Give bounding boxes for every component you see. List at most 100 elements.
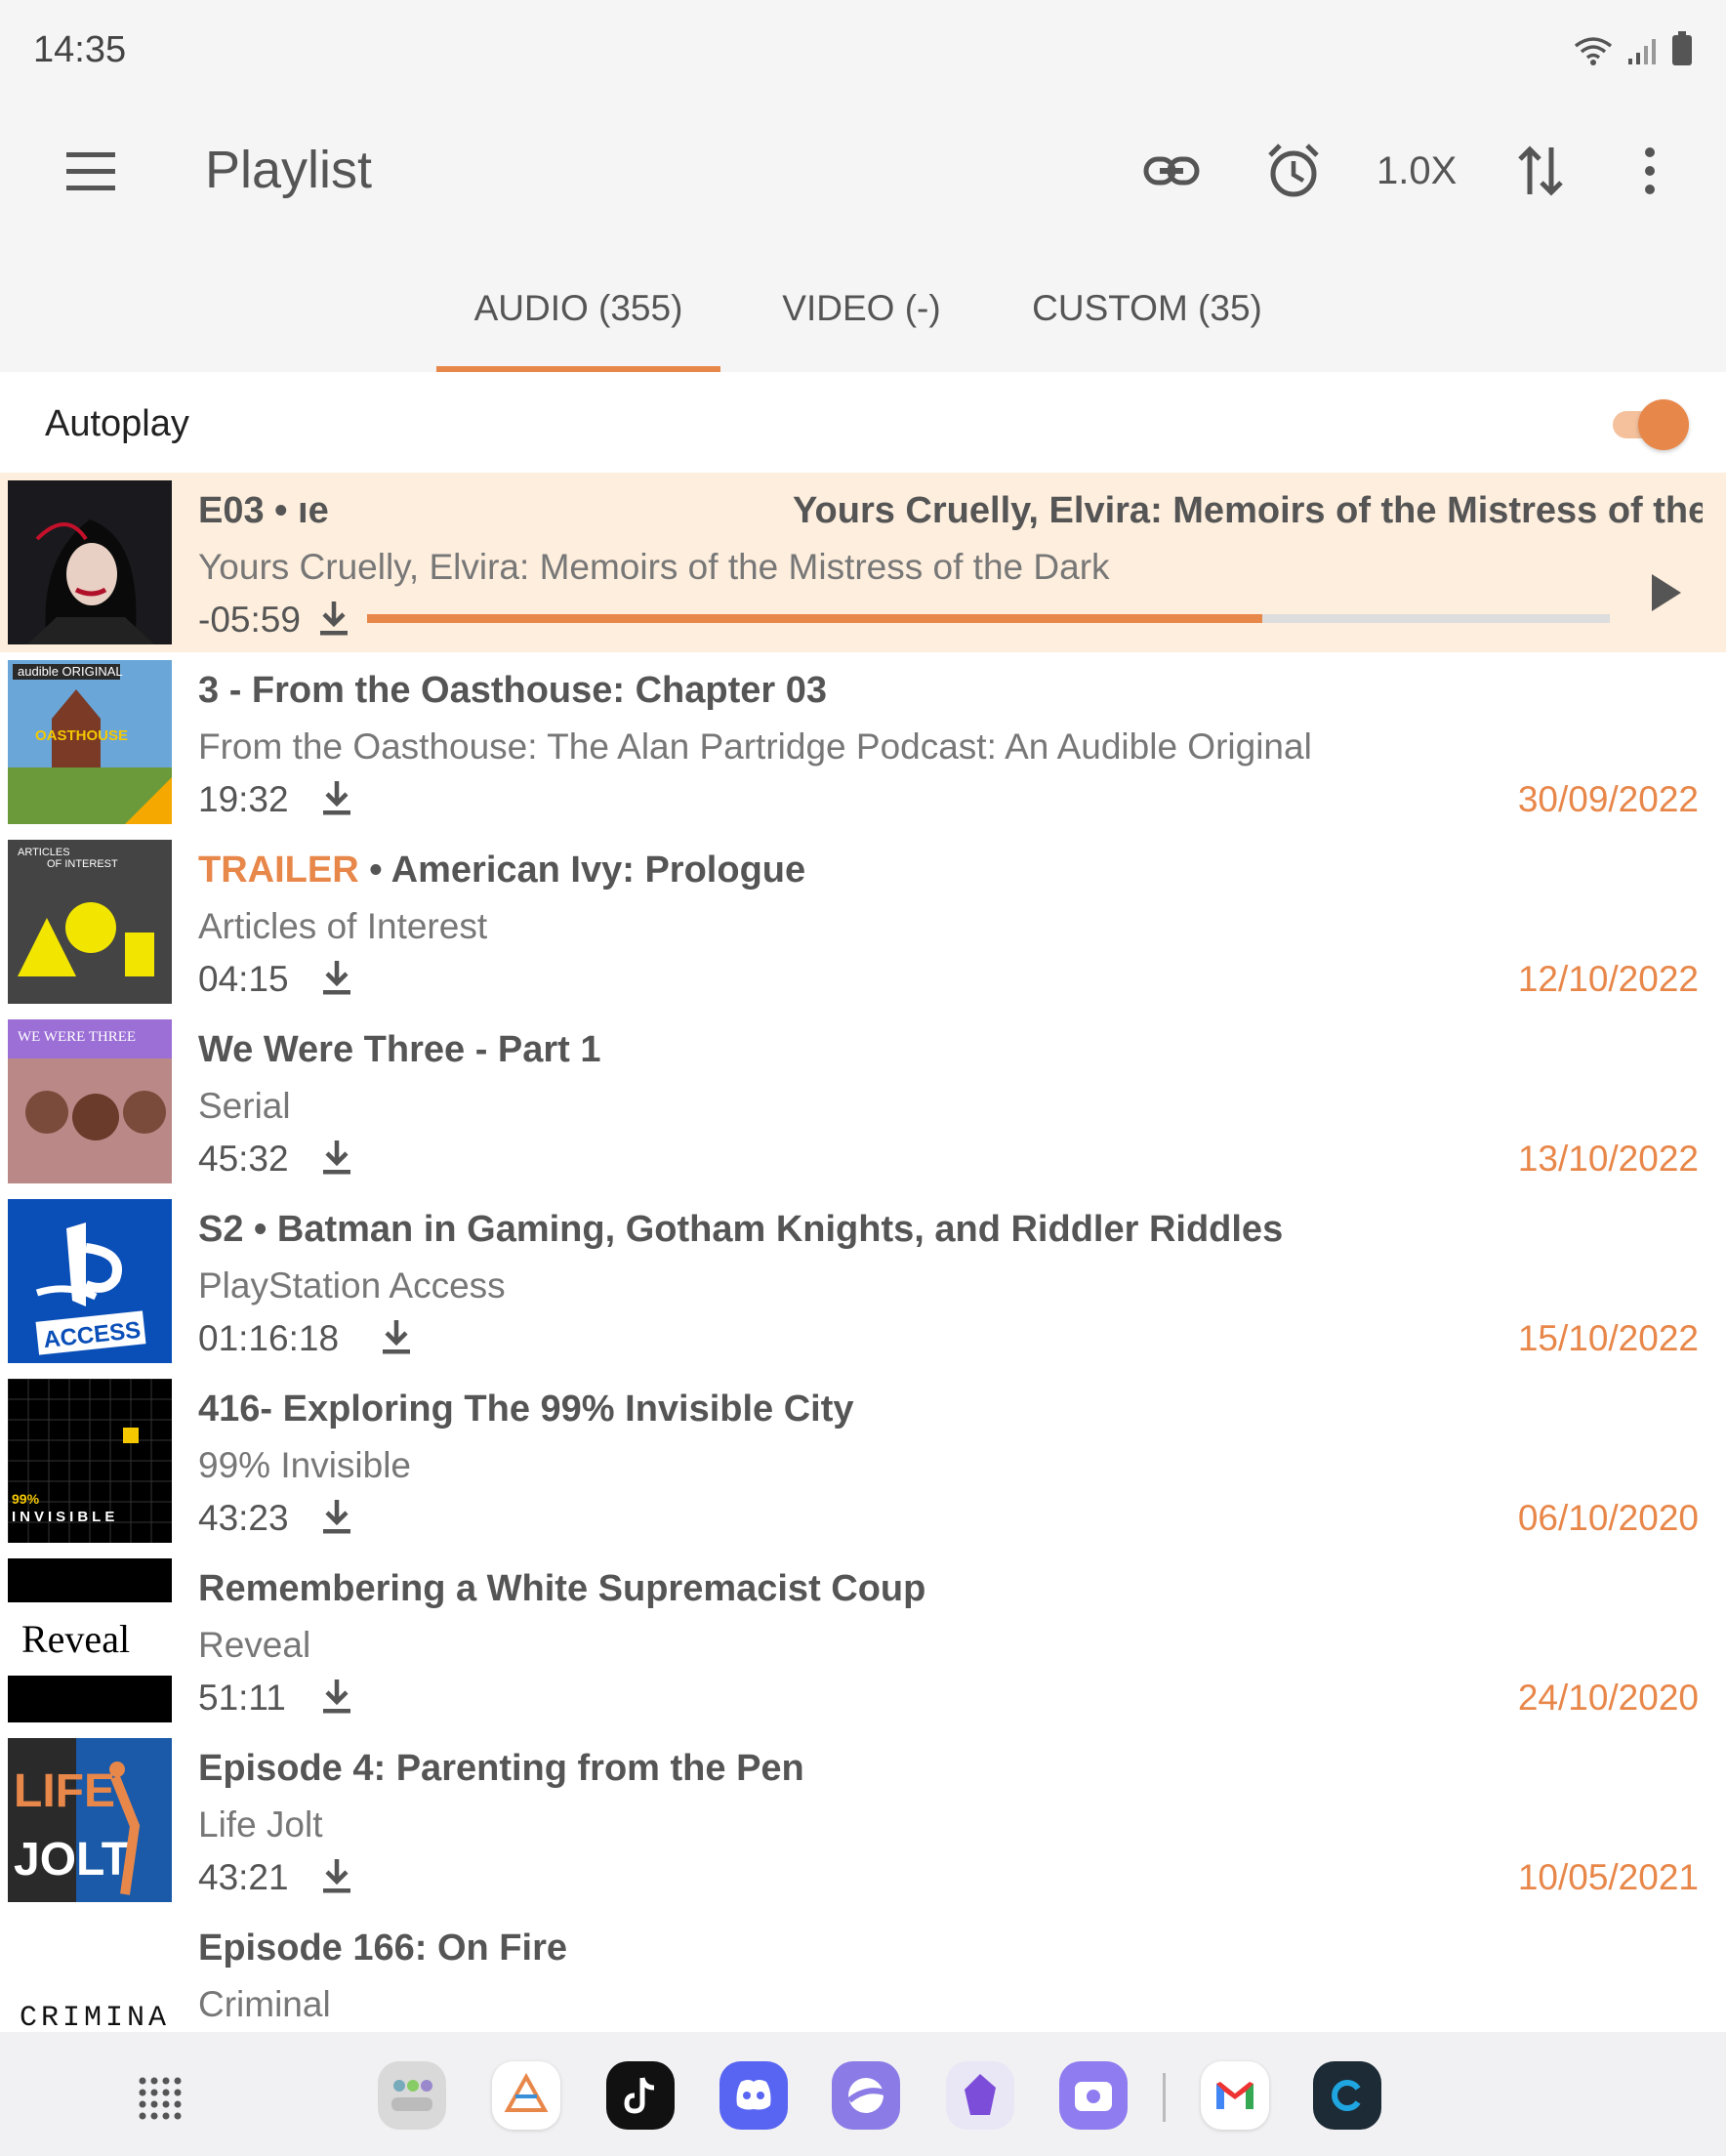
episode-duration: 43:23 — [198, 1498, 289, 1538]
svg-text:ARTICLES: ARTICLES — [18, 847, 70, 858]
playstation-access-artwork: ACCESS — [8, 1199, 172, 1363]
episode-duration: 43:21 — [198, 1857, 289, 1897]
folder-apps-icon[interactable] — [378, 2061, 446, 2130]
wifi-icon — [1574, 37, 1613, 65]
gmail-icon[interactable] — [1201, 2061, 1269, 2130]
episode-title: We Were Three - Part 1 — [198, 1029, 601, 1070]
episode-row[interactable]: CRIMINAL Episode 166: On Fire Criminal — [0, 1910, 1726, 2032]
downloaded-icon — [380, 1318, 413, 1357]
episode-row[interactable]: LIFE JOLT Episode 4: Parenting from the Pe… — [0, 1730, 1726, 1910]
downloaded-icon — [317, 600, 350, 639]
criminal-artwork: CRIMINAL — [8, 1918, 172, 2032]
podcast-name: Articles of Interest — [198, 906, 488, 946]
autoplay-row: Autoplay — [0, 372, 1726, 473]
tiktok-icon[interactable] — [606, 2061, 675, 2130]
publish-date: 06/10/2020 — [1517, 1498, 1699, 1538]
alarm-timer-icon[interactable] — [1254, 132, 1333, 210]
episode-title: S2 • Batman in Gaming, Gotham Knights, a… — [198, 1209, 1284, 1250]
discord-icon[interactable] — [719, 2061, 788, 2130]
episode-duration: 45:32 — [198, 1139, 289, 1179]
app-triangle-icon[interactable] — [492, 2061, 560, 2130]
navigation-dock — [0, 2032, 1726, 2156]
svg-text:LIFE: LIFE — [14, 1765, 115, 1817]
link-icon[interactable] — [1132, 132, 1211, 210]
svg-text:audible ORIGINAL: audible ORIGINAL — [18, 664, 123, 679]
podcast-name: Life Jolt — [198, 1804, 323, 1845]
episode-title-marquee: Yours Cruelly, Elvira: Memoirs of the Mi… — [793, 490, 1703, 531]
play-icon[interactable] — [1646, 570, 1685, 615]
episode-row[interactable]: Reveal Remembering a White Supremacist Co… — [0, 1551, 1726, 1730]
podcast-name: Serial — [198, 1086, 291, 1126]
publish-date: 12/10/2022 — [1517, 959, 1699, 999]
toggle-thumb — [1638, 399, 1689, 450]
status-time: 14:35 — [33, 29, 127, 70]
episode-row[interactable]: 99% INVISIBLE 416- Exploring The 99% Invis… — [0, 1371, 1726, 1551]
sort-icon[interactable] — [1501, 132, 1580, 210]
tab-custom[interactable]: CUSTOM (35) — [1006, 288, 1289, 329]
battery-icon — [1672, 31, 1692, 65]
articles-of-interest-artwork: ARTICLES OF INTEREST — [8, 840, 172, 1004]
playlist-content: Autoplay E03 • ıe Yours Cruelly, Elvira:… — [0, 372, 1726, 2032]
status-icons — [1574, 31, 1693, 66]
svg-text:OASTHOUSE: OASTHOUSE — [35, 727, 128, 744]
podcast-name: Yours Cruelly, Elvira: Memoirs of the Mi… — [198, 547, 1110, 587]
publish-date: 13/10/2022 — [1517, 1139, 1699, 1179]
episode-title: TRAILER • American Ivy: Prologue — [198, 850, 806, 891]
progress-fill — [367, 614, 1262, 623]
episode-row[interactable]: ARTICLES OF INTEREST TRAILER • American Iv… — [0, 832, 1726, 1012]
downloaded-icon — [320, 1678, 353, 1717]
svg-text:WE WERE THREE: WE WERE THREE — [18, 1029, 136, 1045]
99-invisible-artwork: 99% INVISIBLE — [8, 1379, 172, 1543]
downloaded-icon — [320, 1139, 353, 1178]
publish-date: 15/10/2022 — [1517, 1318, 1699, 1358]
downloaded-icon — [320, 1498, 353, 1537]
publish-date: 30/09/2022 — [1517, 779, 1699, 819]
svg-text:JOLT: JOLT — [14, 1834, 130, 1886]
episode-title: 416- Exploring The 99% Invisible City — [198, 1389, 854, 1430]
episode-row[interactable]: ACCESS S2 • Batman in Gaming, Gotham Knig… — [0, 1191, 1726, 1371]
episode-duration: 01:16:18 — [198, 1318, 340, 1358]
reveal-artwork: Reveal — [8, 1558, 172, 1722]
tab-bar: AUDIO (355) VIDEO (-) CUSTOM (35) — [0, 239, 1726, 372]
episode-duration: 19:32 — [198, 779, 289, 819]
hamburger-menu-icon[interactable] — [61, 146, 123, 199]
apps-grid-icon[interactable] — [137, 2075, 184, 2122]
obsidian-icon[interactable] — [946, 2061, 1014, 2130]
samsung-internet-icon[interactable] — [832, 2061, 900, 2130]
downloaded-icon — [320, 779, 353, 818]
screen-recorder-icon[interactable] — [1059, 2061, 1128, 2130]
more-options-icon[interactable] — [1611, 132, 1689, 210]
page-title: Playlist — [205, 141, 373, 199]
playback-speed-button[interactable]: 1.0X — [1377, 149, 1457, 193]
app-bar: Playlist 1.0X — [0, 103, 1726, 239]
downloaded-icon — [320, 959, 353, 998]
svg-text:99%: 99% — [12, 1491, 40, 1507]
oasthouse-artwork: audible ORIGINAL OASTHOUSE — [8, 660, 172, 824]
serial-artwork: WE WERE THREE — [8, 1019, 172, 1183]
tab-audio[interactable]: AUDIO (355) — [436, 288, 720, 329]
podcast-name: PlayStation Access — [198, 1265, 506, 1306]
episode-type-label: TRAILER — [198, 850, 359, 891]
podcast-name: From the Oasthouse: The Alan Partridge P… — [198, 726, 1312, 767]
autoplay-toggle[interactable] — [1613, 399, 1689, 450]
episode-title: Episode 4: Parenting from the Pen — [198, 1748, 804, 1789]
garmin-connect-icon[interactable] — [1313, 2061, 1381, 2130]
life-jolt-artwork: LIFE JOLT — [8, 1738, 172, 1902]
episode-duration: 51:11 — [198, 1678, 286, 1718]
podcast-name: Reveal — [198, 1625, 311, 1665]
podcast-artwork — [8, 480, 172, 644]
dock-separator — [1163, 2073, 1166, 2122]
status-bar: 14:35 — [0, 0, 1726, 103]
podcast-name: Criminal — [198, 1984, 331, 2024]
tab-video[interactable]: VIDEO (-) — [742, 288, 981, 329]
svg-text:CRIMINAL: CRIMINAL — [20, 2002, 172, 2032]
episode-duration: 04:15 — [198, 959, 289, 999]
episode-title: 3 - From the Oasthouse: Chapter 03 — [198, 670, 828, 711]
episode-title: E03 • ıe — [198, 490, 329, 531]
episode-row[interactable]: WE WERE THREE We Were Three - Part 1 Seria… — [0, 1012, 1726, 1191]
episode-row[interactable]: audible ORIGINAL OASTHOUSE 3 - From the Oa… — [0, 652, 1726, 832]
playback-progress[interactable] — [367, 614, 1610, 623]
now-playing-row[interactable]: E03 • ıe Yours Cruelly, Elvira: Memoirs … — [0, 473, 1726, 652]
svg-text:INVISIBLE: INVISIBLE — [12, 1509, 118, 1525]
remaining-time: -05:59 — [198, 600, 301, 640]
